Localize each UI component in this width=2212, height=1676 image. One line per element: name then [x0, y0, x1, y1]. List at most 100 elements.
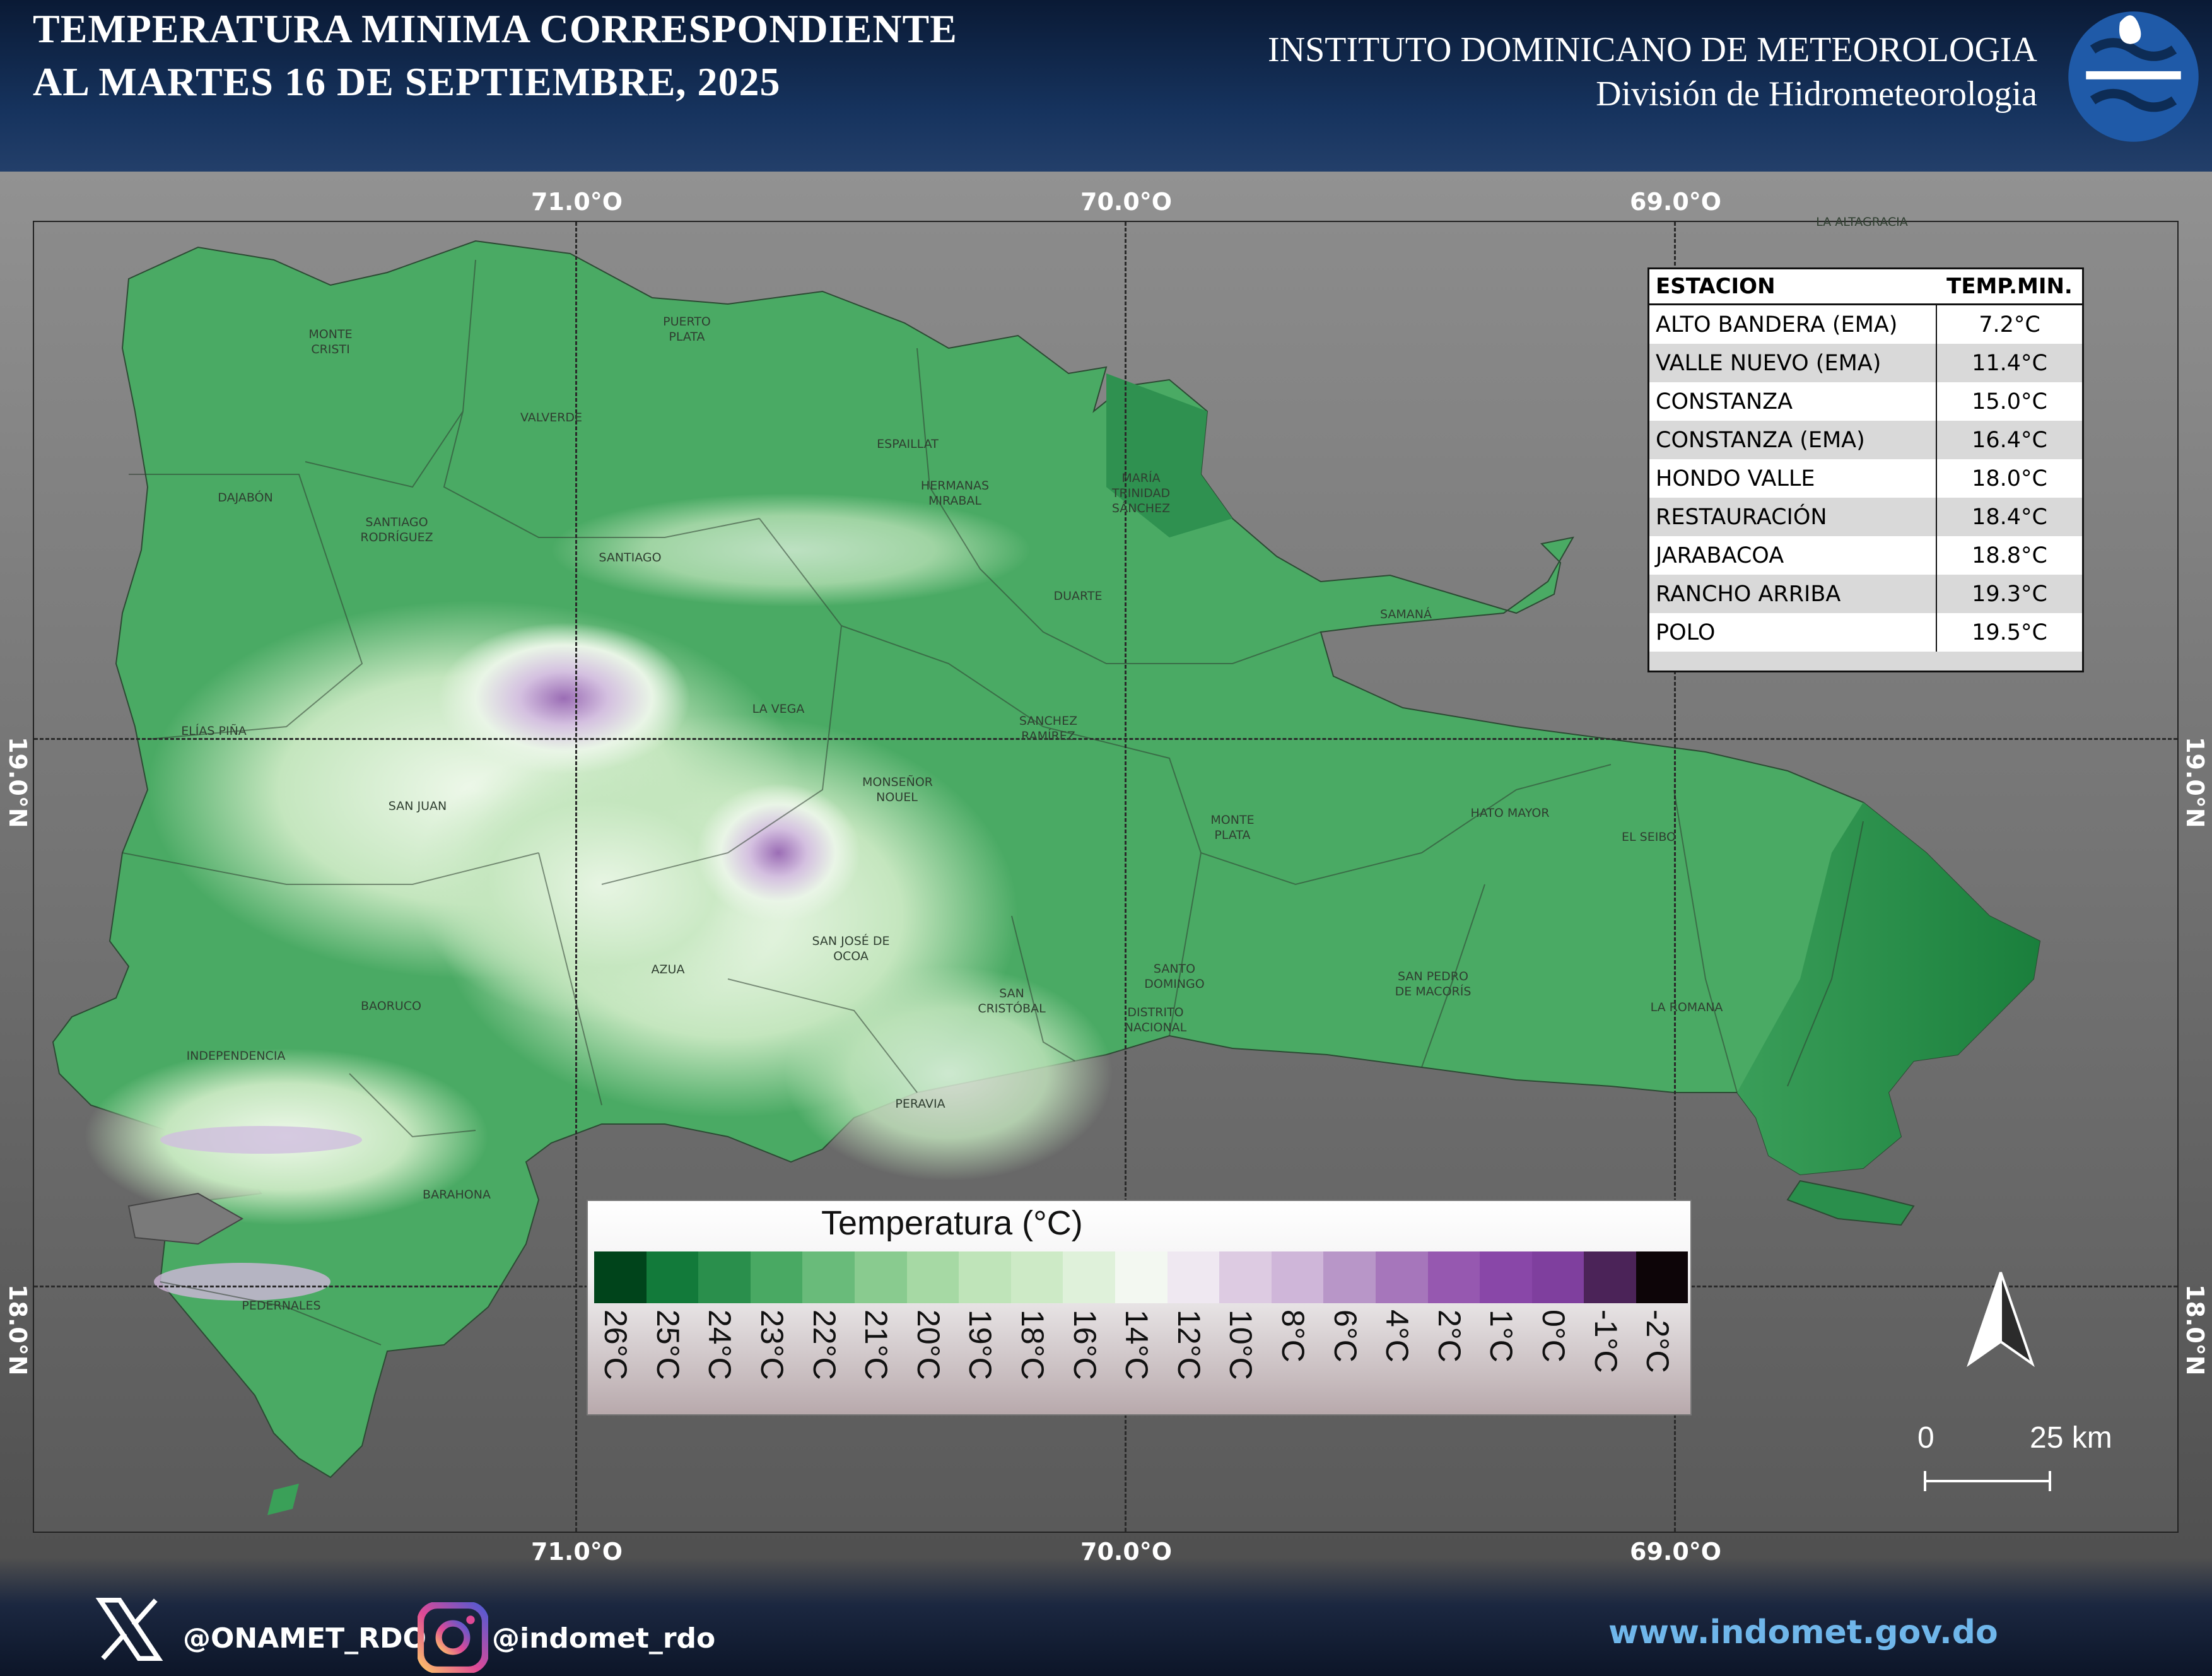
table-header: ESTACION TEMP.MIN.: [1649, 269, 2082, 305]
legend-swatch: [1115, 1251, 1167, 1303]
legend-label-cell: 19°C: [959, 1310, 1011, 1404]
province-label: PUERTO PLATA: [663, 315, 711, 344]
table-row: POLO 19.5°C: [1649, 613, 2082, 652]
legend-label-cell: 8°C: [1272, 1310, 1324, 1404]
instagram-icon[interactable]: [418, 1602, 488, 1673]
map-frame: MONTE CRISTI PUERTO PLATA VALVERDE DAJAB…: [33, 215, 2179, 1533]
table-row: JARABACOA 18.8°C: [1649, 536, 2082, 575]
website-link[interactable]: www.indomet.gov.do: [1608, 1614, 1998, 1651]
table-row: CONSTANZA (EMA) 16.4°C: [1649, 421, 2082, 459]
station-name: VALLE NUEVO (EMA): [1649, 344, 1937, 382]
legend-labels: 26°C 25°C 24°C 23°C 22°C 21°C 20°C 19°C 18°C 16°C…: [594, 1310, 1688, 1404]
legend-swatch: [1271, 1251, 1324, 1303]
province-label: SANTIAGO RODRÍGUEZ: [360, 515, 433, 544]
legend-swatch: [802, 1251, 855, 1303]
lat-label-right: 18.0°N: [2181, 1284, 2209, 1376]
legend-title: Temperatura (°C): [821, 1204, 1083, 1242]
legend-label: -2°C: [1640, 1310, 1676, 1373]
twitter-handle[interactable]: @ONAMET_RDO: [183, 1622, 426, 1655]
legend-label: 12°C: [1171, 1310, 1207, 1380]
scale-bar: 0 25 km: [1917, 1421, 2112, 1496]
station-temp: 19.3°C: [1972, 581, 2047, 607]
legend-swatch: [1480, 1251, 1532, 1303]
station-temp: 18.0°C: [1972, 466, 2047, 491]
station-temp: 15.0°C: [1972, 389, 2047, 414]
table-row: VALLE NUEVO (EMA) 11.4°C: [1649, 344, 2082, 382]
province-label: LA ROMANA: [1650, 1000, 1723, 1014]
legend-label-cell: 12°C: [1167, 1310, 1220, 1404]
legend-swatch: [906, 1251, 959, 1303]
legend-swatch: [1636, 1251, 1688, 1303]
legend-label: 16°C: [1067, 1310, 1103, 1380]
legend-label-cell: 10°C: [1219, 1310, 1272, 1404]
province-label: SANTIAGO: [599, 551, 662, 565]
legend-swatch: [750, 1251, 803, 1303]
temperature-legend: Temperatura (°C) 26°C 25°C 24°C 23°C 22°C 21°…: [587, 1200, 1692, 1415]
station-name: RESTAURACIÓN: [1649, 498, 1937, 536]
table-row: ALTO BANDERA (EMA) 7.2°C: [1649, 305, 2082, 344]
province-label: VALVERDE: [520, 411, 583, 425]
station-temp: 18.4°C: [1972, 504, 2047, 530]
scale-end: 25 km: [2030, 1421, 2112, 1455]
table-row: RANCHO ARRIBA 19.3°C: [1649, 575, 2082, 613]
province-label: MONTE PLATA: [1210, 813, 1255, 842]
legend-label: 20°C: [910, 1310, 946, 1380]
header-temp: TEMP.MIN.: [1946, 274, 2073, 299]
province-label: MONTE CRISTI: [308, 327, 353, 356]
legend-swatch: [1427, 1251, 1480, 1303]
legend-swatch: [1323, 1251, 1376, 1303]
province-label: HATO MAYOR: [1470, 806, 1550, 820]
institute-block: INSTITUTO DOMINICANO DE METEOROLOGIA Div…: [1268, 28, 2037, 116]
legend-label: 24°C: [702, 1310, 738, 1380]
lat-label-left: 19.0°N: [4, 737, 32, 828]
legend-swatches: [594, 1251, 1688, 1303]
province-label: HERMANAS MIRABAL: [920, 479, 990, 508]
province-label: SAN PEDRO DE MACORÍS: [1395, 970, 1472, 999]
station-name: CONSTANZA (EMA): [1649, 421, 1937, 459]
station-temp: 11.4°C: [1972, 350, 2047, 376]
table-row: HONDO VALLE 18.0°C: [1649, 459, 2082, 498]
legend-label: 25°C: [650, 1310, 686, 1380]
legend-swatch: [646, 1251, 699, 1303]
province-label: DISTRITO NACIONAL: [1124, 1005, 1187, 1034]
legend-label: 8°C: [1275, 1310, 1311, 1362]
x-twitter-icon[interactable]: [95, 1595, 164, 1664]
legend-label-cell: 20°C: [907, 1310, 959, 1404]
legend-label-cell: 0°C: [1532, 1310, 1584, 1404]
province-label: INDEPENDENCIA: [186, 1049, 286, 1063]
station-name: CONSTANZA: [1649, 382, 1937, 421]
province-label: PEDERNALES: [242, 1299, 321, 1313]
station-name: HONDO VALLE: [1649, 459, 1937, 498]
stations-table: ESTACION TEMP.MIN. ALTO BANDERA (EMA) 7.2…: [1647, 267, 2084, 672]
legend-label-cell: 26°C: [594, 1310, 647, 1404]
legend-label-cell: 22°C: [802, 1310, 855, 1404]
legend-label: 23°C: [754, 1310, 790, 1380]
legend-label: 26°C: [598, 1310, 634, 1380]
legend-label-cell: 21°C: [855, 1310, 907, 1404]
province-label: BARAHONA: [423, 1188, 491, 1202]
legend-label: 6°C: [1327, 1310, 1363, 1362]
station-name: RANCHO ARRIBA: [1649, 575, 1937, 613]
legend-swatch: [1167, 1251, 1220, 1303]
legend-swatch: [1584, 1251, 1636, 1303]
title-line-2: AL MARTES 16 DE SEPTIEMBRE, 2025: [33, 59, 781, 104]
legend-swatch: [1063, 1251, 1115, 1303]
province-label: SAMANÁ: [1379, 607, 1432, 621]
legend-swatch: [1219, 1251, 1272, 1303]
instagram-handle[interactable]: @indomet_rdo: [492, 1622, 715, 1655]
province-label: DUARTE: [1053, 589, 1103, 603]
legend-swatch: [698, 1251, 751, 1303]
lat-label-left: 18.0°N: [4, 1284, 32, 1376]
scale-start: 0: [1917, 1421, 1934, 1455]
station-temp: 19.5°C: [1972, 619, 2047, 645]
legend-label: 22°C: [806, 1310, 842, 1380]
province-label: LA ALTAGRACIA: [1816, 215, 1908, 229]
legend-label-cell: 24°C: [698, 1310, 751, 1404]
legend-label: -1°C: [1588, 1310, 1624, 1373]
legend-label-cell: 4°C: [1376, 1310, 1428, 1404]
legend-label-cell: 14°C: [1115, 1310, 1167, 1404]
legend-label: 21°C: [858, 1310, 894, 1380]
province-label: BAORUCO: [361, 999, 421, 1013]
province-label: SAN CRISTÓBAL: [978, 987, 1046, 1016]
lon-label-top: 70.0°O: [1080, 188, 1173, 216]
